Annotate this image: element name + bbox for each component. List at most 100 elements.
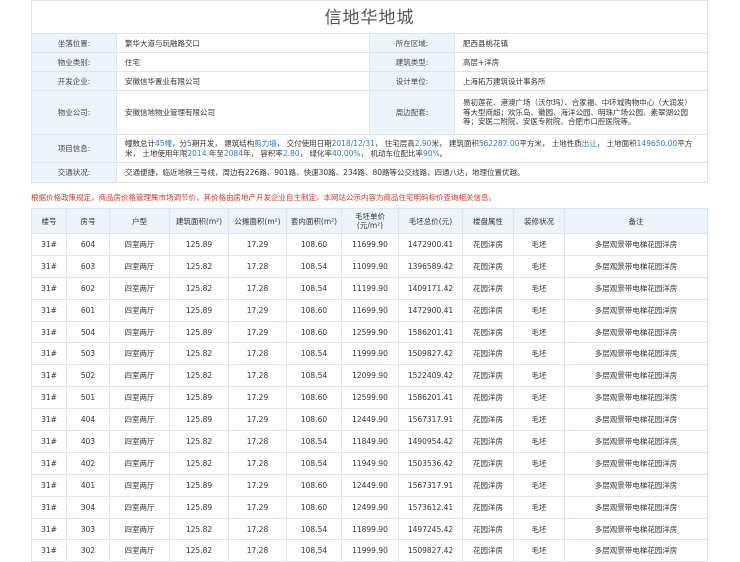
table-cell: 17.29 [228,320,287,344]
table-cell: 毛坯 [513,386,565,410]
table-cell: 125.89 [169,473,229,497]
table-cell: 多层观景带电梯花园洋房 [564,276,708,300]
table-cell: 108.54 [286,254,342,278]
table-cell: 125.82 [169,517,229,541]
table-cell: 31# [31,320,67,344]
table-cell: 毛坯 [513,430,565,453]
table-cell: 花园洋房 [462,342,514,366]
table-row: 31# 601 四室两厅 125.89 17.29 108.60 11699.90 14729… [31,298,708,322]
table-cell: 毛坯 [513,320,565,344]
table-cell: 11099.90 [341,254,399,278]
table-cell: 毛坯 [513,473,565,497]
table-row: 31# 501 四室两厅 125.89 17.29 108.60 12599.90 15862… [31,386,708,410]
table-cell: 108.60 [286,473,342,497]
table-cell: 多层观景带电梯花园洋房 [564,342,708,366]
table-cell: 125.82 [169,364,229,388]
table-row: 31# 603 四室两厅 125.82 17.28 108.54 11099.90 13965… [31,254,708,278]
table-cell: 花园洋房 [462,430,514,453]
table-cell: 毛坯 [513,233,565,256]
table-cell: 1567317.91 [398,408,463,432]
table-cell: 303 [66,517,110,541]
table-cell: 花园洋房 [462,473,514,497]
table-cell: 108.54 [286,430,342,453]
table-cell: 12099.90 [341,364,399,388]
building-type-label: 建筑类型: [369,52,455,72]
column-header: 楼盘属性 [462,208,514,234]
table-cell: 四室两厅 [109,254,170,278]
table-cell: 125.82 [169,430,229,453]
table-cell: 多层观景带电梯花园洋房 [564,451,708,475]
table-cell: 多层观景带电梯花园洋房 [564,386,708,410]
table-cell: 毛坯 [513,276,565,300]
table-cell: 108.60 [286,233,342,256]
designer-value: 上海拓万建筑设计事务所 [454,71,708,91]
table-cell: 503 [66,342,110,366]
table-cell: 125.89 [169,408,229,432]
table-cell: 601 [66,298,110,322]
table-cell: 花园洋房 [462,364,514,388]
table-cell: 17.29 [228,408,287,432]
table-cell: 302 [66,539,110,562]
table-cell: 四室两厅 [109,408,170,432]
table-cell: 多层观景带电梯花园洋房 [564,254,708,278]
table-cell: 四室两厅 [109,451,170,475]
table-cell: 多层观景带电梯花园洋房 [564,517,708,541]
table-row: 31# 403 四室两厅 125.82 17.28 108.54 11849.90 14909… [31,430,708,453]
table-cell: 花园洋房 [462,254,514,278]
table-cell: 1573612.41 [398,495,463,519]
table-cell: 125.89 [169,233,229,256]
property-type-value: 住宅 [116,52,370,72]
table-cell: 12599.90 [341,320,399,344]
table-cell: 31# [31,473,67,497]
column-header: 毛坯单价 (元/m²) [341,208,399,234]
table-cell: 多层观景带电梯花园洋房 [564,430,708,453]
table-cell: 108.60 [286,386,342,410]
table-cell: 17.29 [228,473,287,497]
column-header: 套内面积(m²) [286,208,342,234]
column-header: 毛坯总价(元) [398,208,463,234]
table-cell: 四室两厅 [109,430,170,453]
table-cell: 毛坯 [513,364,565,388]
surroundings-label: 周边配套: [369,90,455,135]
table-cell: 花园洋房 [462,495,514,519]
table-cell: 12499.90 [341,495,399,519]
table-cell: 31# [31,276,67,300]
table-cell: 花园洋房 [462,233,514,256]
table-cell: 1490954.42 [398,430,463,453]
table-row: 31# 604 四室两厅 125.89 17.29 108.60 11699.90 14729… [31,233,708,256]
table-cell: 125.82 [169,276,229,300]
table-row: 31# 402 四室两厅 125.82 17.28 108.54 11949.90 15035… [31,451,708,475]
table-cell: 花园洋房 [462,320,514,344]
column-header: 装修状况 [513,208,565,234]
table-cell: 四室两厅 [109,364,170,388]
table-cell: 108.54 [286,539,342,562]
table-cell: 31# [31,233,67,256]
table-cell: 1503536.42 [398,451,463,475]
table-cell: 1509827.42 [398,539,463,562]
table-cell: 125.82 [169,451,229,475]
table-cell: 1586201.41 [398,320,463,344]
table-cell: 1396589.42 [398,254,463,278]
table-cell: 四室两厅 [109,342,170,366]
table-cell: 31# [31,517,67,541]
page-title: 信地华地城 [31,0,708,33]
table-cell: 12449.90 [341,473,399,497]
table-cell: 毛坯 [513,451,565,475]
table-cell: 1586201.41 [398,386,463,410]
unit-price-table: 楼号 房号 户型 建筑面积(m²) 公摊面积(m²) 套内面积(m²) 毛坯单价 (元/m²… [31,208,708,562]
table-cell: 31# [31,298,67,322]
price-notice: 根据价格政策规定，商品房价格管理属市场调节价，其价格由房地产开发企业自主制定，本… [31,193,496,202]
table-cell: 17.28 [228,539,287,562]
table-cell: 31# [31,408,67,432]
table-cell: 11899.90 [341,517,399,541]
table-cell: 毛坯 [513,539,565,562]
table-cell: 多层观景带电梯花园洋房 [564,233,708,256]
table-cell: 31# [31,430,67,453]
table-row: 31# 304 四室两厅 125.89 17.29 108.60 12499.90 15736… [31,495,708,519]
table-cell: 108.54 [286,451,342,475]
table-cell: 11999.90 [341,342,399,366]
project-info-value: 幢数总计45幢，分5期开发， 建筑结构剪力墙， 交付使用日期2018/12/31… [116,134,708,163]
table-cell: 125.89 [169,495,229,519]
table-cell: 1472900.41 [398,233,463,256]
table-cell: 多层观景带电梯花园洋房 [564,539,708,562]
